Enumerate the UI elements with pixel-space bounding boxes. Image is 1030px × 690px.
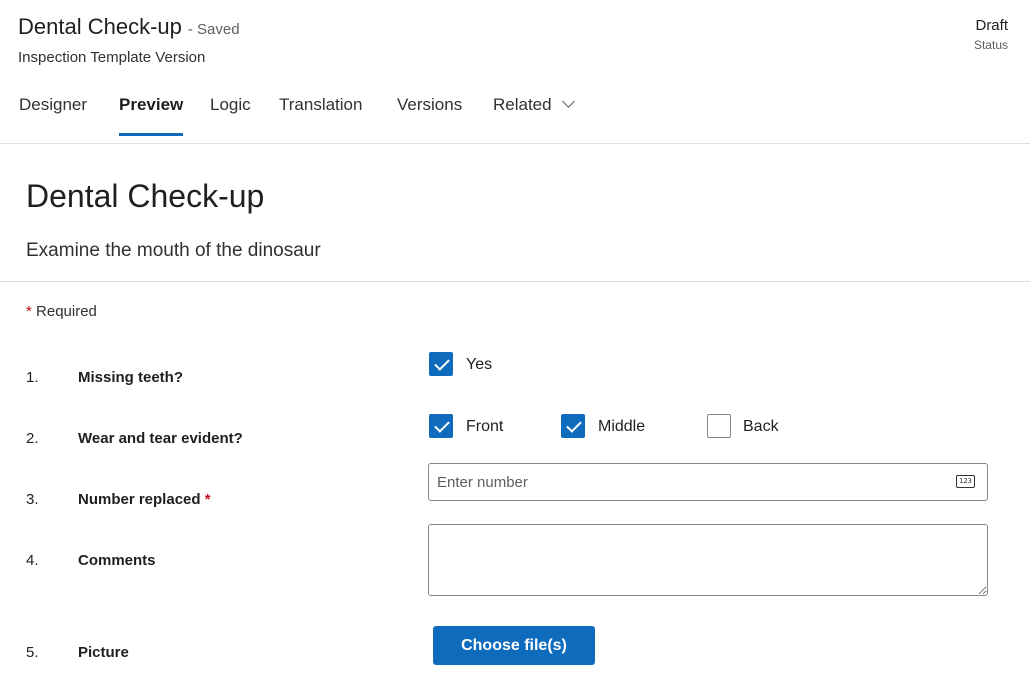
tab-versions-label: Versions [397, 95, 463, 114]
question-number: 4. [26, 552, 39, 569]
saved-status: - Saved [187, 21, 240, 38]
question-number: 1. [26, 369, 39, 386]
question-label-wear-and-tear: Wear and tear evident? [78, 430, 243, 447]
record-subtitle: Inspection Template Version [18, 49, 206, 66]
record-title: Dental Check-up - Saved [18, 14, 240, 40]
question-label-picture: Picture [78, 644, 129, 661]
record-title-text: Dental Check-up [18, 14, 182, 39]
tab-translation-label: Translation [279, 95, 363, 114]
checkbox-back[interactable] [707, 414, 731, 438]
question-number: 2. [26, 430, 39, 447]
checkbox-label-yes: Yes [466, 356, 493, 373]
required-note: * Required [26, 303, 97, 320]
number-icon: 123 [956, 475, 975, 488]
tab-related[interactable]: Related [493, 92, 575, 136]
question-number: 5. [26, 644, 39, 661]
tab-versions[interactable]: Versions [397, 92, 462, 136]
tab-related-label: Related [493, 95, 552, 114]
checkbox-yes[interactable] [429, 352, 453, 376]
form-title: Dental Check-up [26, 178, 265, 214]
checkbox-front[interactable] [429, 414, 453, 438]
required-note-text: Required [36, 303, 97, 320]
status-label: Status [973, 38, 1008, 52]
chevron-down-icon [561, 95, 575, 108]
tab-designer[interactable]: Designer [19, 92, 87, 136]
tab-designer-label: Designer [19, 95, 88, 114]
status-field: Draft Status [974, 17, 1008, 52]
comments-textarea[interactable] [428, 524, 988, 596]
tab-bar: Designer Preview Logic Translation Versi… [0, 92, 700, 136]
status-value: Draft [975, 17, 1008, 34]
checkbox-label-back: Back [743, 418, 779, 435]
record-header: Dental Check-up - Saved Inspection Templa… [0, 0, 1030, 144]
divider [0, 281, 1030, 282]
question-label-number-replaced: Number replaced * [78, 491, 211, 508]
choose-files-button[interactable]: Choose file(s) [433, 626, 595, 665]
tab-logic-label: Logic [210, 95, 251, 114]
checkbox-label-middle: Middle [598, 418, 646, 435]
checkbox-label-front: Front [466, 418, 504, 435]
form-description: Examine the mouth of the dinosaur [26, 240, 321, 261]
question-label-text: Number replaced [78, 491, 201, 508]
required-asterisk: * [204, 491, 211, 508]
tab-logic[interactable]: Logic [210, 92, 251, 136]
number-replaced-input[interactable] [428, 463, 988, 501]
tab-translation[interactable]: Translation [279, 92, 362, 136]
question-number: 3. [26, 491, 39, 508]
tab-preview[interactable]: Preview [119, 92, 184, 136]
checkbox-middle[interactable] [561, 414, 585, 438]
tab-preview-label: Preview [119, 95, 184, 114]
question-label-missing-teeth: Missing teeth? [78, 369, 184, 386]
required-asterisk: * [26, 303, 32, 320]
question-label-comments: Comments [78, 552, 156, 569]
